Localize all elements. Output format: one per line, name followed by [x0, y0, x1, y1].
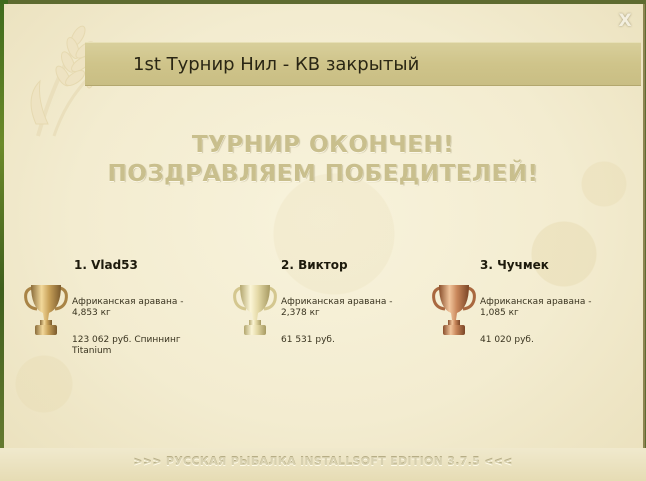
- winner-prize: 123 062 руб. Спиннинг Titanium: [72, 335, 181, 356]
- winner-catch: Африканская аравана - 2,378 кг: [281, 297, 393, 318]
- winner-prize: 41 020 руб.: [480, 335, 534, 345]
- window-title: 1st Турнир Нил - КВ закрытый: [133, 54, 420, 75]
- tournament-over-heading: ТУРНИР ОКОНЧЕН!: [191, 132, 455, 158]
- winner-name: 3. Чучмек: [480, 258, 549, 272]
- winner-prize: 61 531 руб.: [281, 335, 335, 345]
- silver-trophy-icon: [233, 285, 277, 335]
- close-button[interactable]: X: [614, 10, 636, 32]
- edition-footer-text: >>> РУССКАЯ РЫБАЛКА INSTALLSOFT EDITION …: [133, 455, 513, 468]
- winner-catch: Африканская аравана - 4,853 кг: [72, 297, 184, 318]
- congratulations-heading: ПОЗДРАВЛЯЕМ ПОБЕДИТЕЛЕЙ!: [107, 161, 539, 187]
- winner-catch: Африканская аравана - 1,085 кг: [480, 297, 592, 318]
- winner-name: 2. Виктор: [281, 258, 348, 272]
- bronze-trophy-icon: [432, 285, 476, 335]
- winner-name: 1. Vlad53: [74, 258, 138, 272]
- gold-trophy-icon: [24, 285, 68, 335]
